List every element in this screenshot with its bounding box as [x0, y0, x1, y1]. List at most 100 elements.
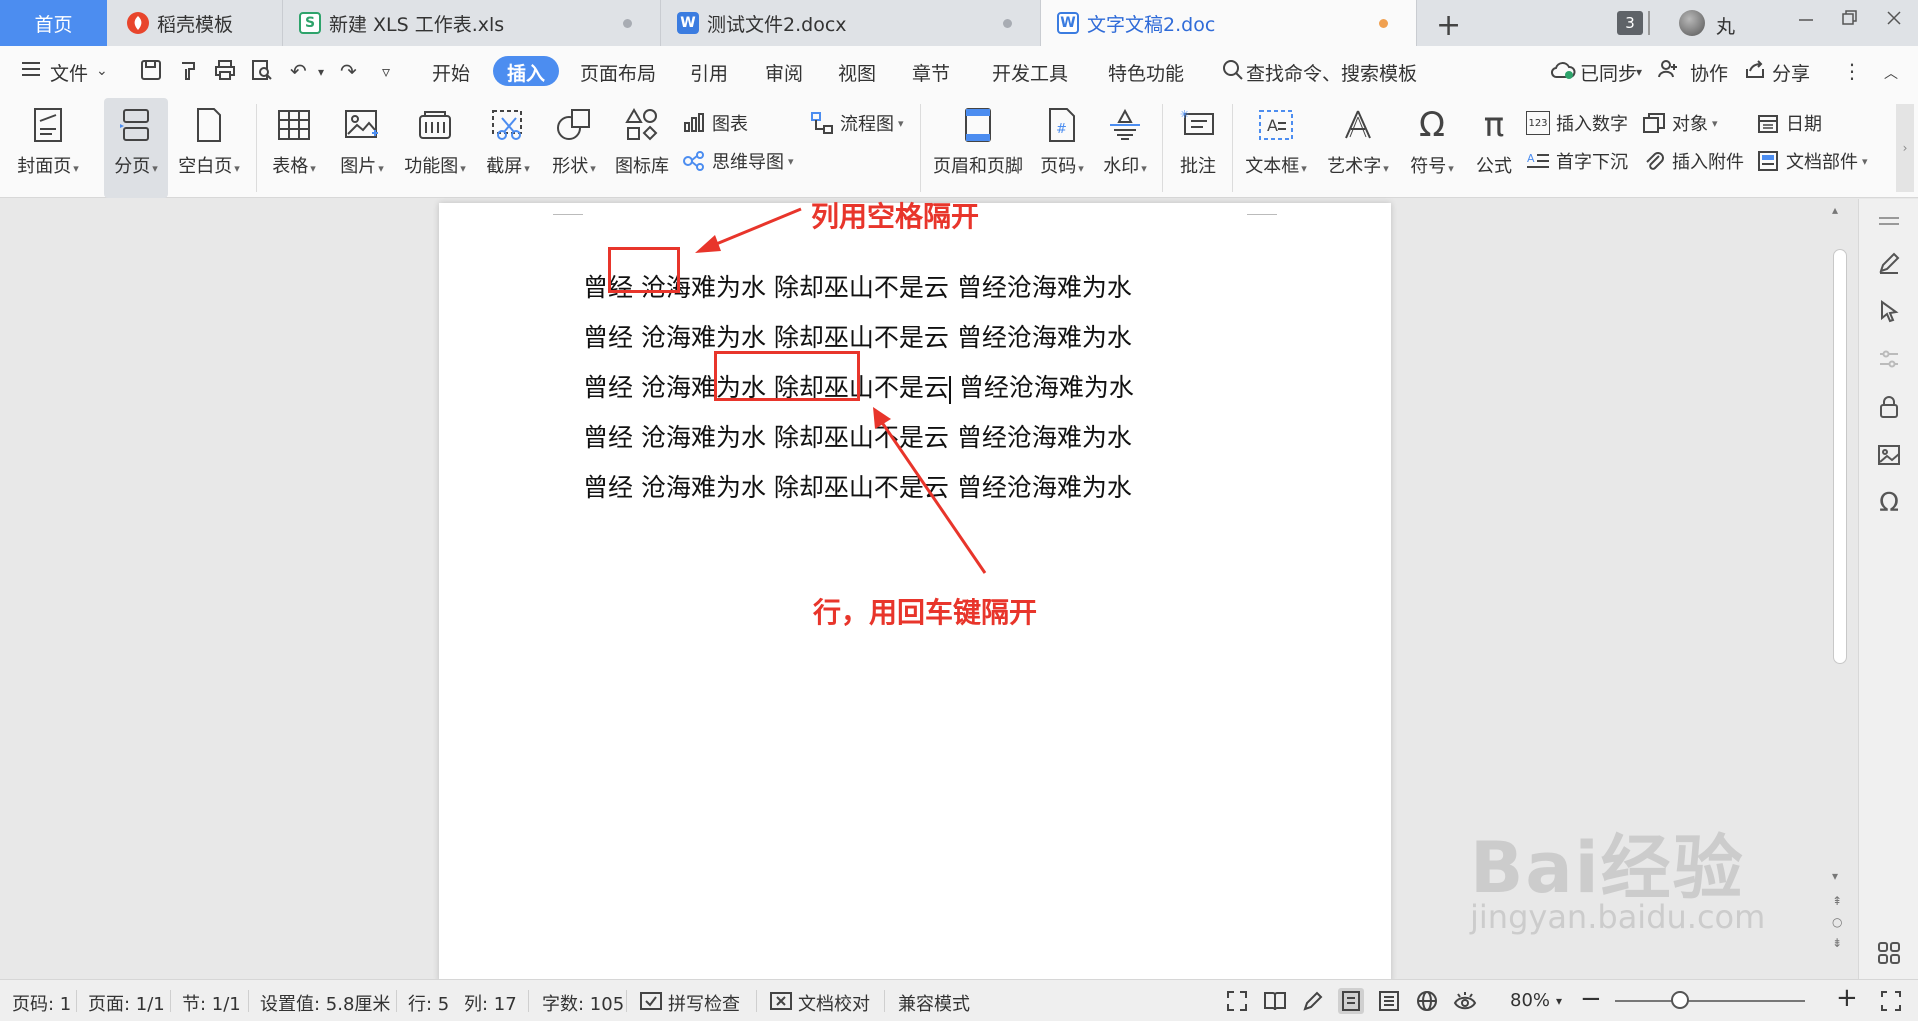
- table-button[interactable]: 表格 ▾: [266, 98, 322, 198]
- menu-view[interactable]: 视图: [838, 59, 876, 86]
- redo-icon[interactable]: ↷: [340, 59, 357, 83]
- scroll-up-arrow-icon[interactable]: ▴: [1832, 203, 1838, 217]
- user-name[interactable]: 丸: [1716, 12, 1735, 39]
- collaborate-button[interactable]: 协作: [1690, 59, 1728, 86]
- tab-close-dot-icon[interactable]: [623, 19, 632, 28]
- tab-home[interactable]: 首页: [0, 0, 107, 46]
- new-tab-plus-icon[interactable]: +: [1436, 8, 1461, 43]
- fit-screen-icon[interactable]: [1224, 988, 1250, 1014]
- format-painter-icon[interactable]: [178, 59, 200, 86]
- tab-daoke-template[interactable]: 稻壳模板: [107, 0, 283, 46]
- hamburger-menu-icon[interactable]: [20, 59, 42, 84]
- eye-protection-icon[interactable]: [1452, 988, 1478, 1014]
- vertical-scrollbar[interactable]: ▴ ▾ ⇞ ○ ⇟: [1828, 199, 1850, 979]
- cover-page-button[interactable]: 封面页 ▾: [10, 98, 86, 198]
- next-page-icon[interactable]: ⇟: [1832, 936, 1842, 950]
- menu-review[interactable]: 审阅: [765, 59, 803, 86]
- menu-page-layout[interactable]: 页面布局: [580, 59, 656, 86]
- text-box-button[interactable]: A 文本框 ▾: [1240, 98, 1312, 198]
- blank-page-button[interactable]: 空白页 ▾: [174, 98, 244, 198]
- document-page[interactable]: 曾经 沧海难为水 除却巫山不是云 曾经沧海难为水 曾经 沧海难为水 除却巫山不是…: [439, 200, 1391, 983]
- outline-view-icon[interactable]: [1376, 988, 1402, 1014]
- function-chart-button[interactable]: 功能图 ▾: [400, 98, 470, 198]
- spellcheck-button[interactable]: 拼写检查: [668, 990, 740, 1016]
- panel-toggle-icon[interactable]: [1875, 207, 1903, 235]
- select-browse-object-icon[interactable]: ○: [1832, 915, 1842, 929]
- pen-icon[interactable]: [1875, 249, 1903, 277]
- watermark-button[interactable]: 水印 ▾: [1096, 98, 1154, 198]
- menu-insert[interactable]: 插入: [493, 56, 560, 86]
- chart-button[interactable]: 图表: [682, 110, 748, 136]
- ribbon-scroll-right-icon[interactable]: ›: [1896, 104, 1914, 192]
- adjust-sliders-icon[interactable]: [1875, 345, 1903, 373]
- zoom-level-select[interactable]: 80%: [1510, 990, 1550, 1011]
- collaborate-icon[interactable]: [1658, 59, 1678, 84]
- object-button[interactable]: 对象 ▾: [1642, 110, 1718, 136]
- undo-icon[interactable]: ↶: [290, 59, 307, 83]
- scrollbar-thumb[interactable]: [1833, 249, 1847, 664]
- avatar[interactable]: [1679, 10, 1705, 36]
- insert-number-button[interactable]: 123 插入数字: [1526, 110, 1628, 136]
- cursor-select-icon[interactable]: [1875, 297, 1903, 325]
- insert-attachment-button[interactable]: 插入附件: [1642, 148, 1744, 174]
- status-setting[interactable]: 设置值: 5.8厘米: [260, 990, 390, 1016]
- cloud-sync-icon[interactable]: [1550, 59, 1576, 86]
- flowchart-button[interactable]: 流程图 ▾: [810, 110, 904, 136]
- window-count-badge[interactable]: 3: [1617, 11, 1643, 35]
- grid-apps-icon[interactable]: [1875, 939, 1903, 967]
- symbol-button[interactable]: Ω 符号 ▾: [1404, 98, 1460, 198]
- prev-page-icon[interactable]: ⇞: [1832, 894, 1842, 908]
- save-icon[interactable]: [140, 59, 162, 86]
- mind-map-button[interactable]: 思维导图 ▾: [682, 148, 794, 174]
- print-preview-icon[interactable]: [251, 59, 273, 86]
- undo-dropdown-icon[interactable]: ▾: [318, 65, 324, 79]
- menu-file[interactable]: 文件: [50, 59, 88, 86]
- edit-mode-icon[interactable]: [1300, 988, 1326, 1014]
- print-icon[interactable]: [214, 59, 236, 86]
- minimize-icon[interactable]: [1796, 8, 1816, 33]
- picture-button[interactable]: 图片 ▾: [334, 98, 390, 198]
- sync-status[interactable]: 已同步: [1580, 59, 1637, 86]
- date-button[interactable]: 日期: [1756, 110, 1822, 136]
- search-icon[interactable]: [1222, 59, 1244, 86]
- status-word-count[interactable]: 字数: 105: [542, 990, 624, 1016]
- tab-docx-file[interactable]: W 测试文件2.docx: [661, 0, 1041, 46]
- menu-chapter[interactable]: 章节: [912, 59, 950, 86]
- menu-start[interactable]: 开始: [432, 59, 470, 86]
- word-art-button[interactable]: 艺术字 ▾: [1322, 98, 1394, 198]
- compat-mode[interactable]: 兼容模式: [898, 990, 970, 1016]
- status-page[interactable]: 页码: 1: [12, 990, 71, 1016]
- collapse-ribbon-icon[interactable]: ︿: [1884, 63, 1898, 83]
- menu-references[interactable]: 引用: [690, 59, 728, 86]
- screenshot-button[interactable]: 截屏 ▾: [480, 98, 536, 198]
- shape-button[interactable]: 形状 ▾: [546, 98, 602, 198]
- share-button[interactable]: 分享: [1772, 59, 1810, 86]
- proofread-button[interactable]: 文档校对: [798, 990, 870, 1016]
- restore-icon[interactable]: [1840, 8, 1860, 33]
- fullscreen-icon[interactable]: [1878, 988, 1904, 1014]
- comment-button[interactable]: ✳ 批注: [1170, 98, 1226, 198]
- unsaved-dot-icon[interactable]: [1379, 19, 1388, 28]
- zoom-slider-track[interactable]: [1615, 1000, 1805, 1002]
- status-row[interactable]: 行: 5: [408, 990, 449, 1016]
- customize-dropdown-icon[interactable]: ▿: [382, 62, 390, 81]
- drop-cap-button[interactable]: A 首字下沉: [1526, 148, 1628, 174]
- share-icon[interactable]: [1744, 59, 1766, 84]
- chevron-down-icon[interactable]: ⌄: [96, 63, 108, 79]
- image-icon[interactable]: [1875, 441, 1903, 469]
- formula-button[interactable]: π 公式: [1466, 98, 1522, 198]
- more-options-icon[interactable]: ⋮: [1842, 59, 1862, 83]
- menu-special[interactable]: 特色功能: [1108, 59, 1184, 86]
- search-command-input[interactable]: 查找命令、搜索模板: [1246, 59, 1417, 86]
- web-view-globe-icon[interactable]: [1414, 988, 1440, 1014]
- page-number-button[interactable]: # 页码 ▾: [1034, 98, 1090, 198]
- zoom-out-icon[interactable]: −: [1580, 984, 1602, 1014]
- sync-dropdown-icon[interactable]: ▾: [1636, 65, 1642, 79]
- icon-library-button[interactable]: 图标库: [610, 98, 674, 198]
- tab-close-dot-icon[interactable]: [1003, 19, 1012, 28]
- zoom-in-icon[interactable]: +: [1836, 983, 1858, 1013]
- header-footer-button[interactable]: 页眉和页脚: [928, 98, 1028, 198]
- document-parts-button[interactable]: 文档部件 ▾: [1756, 148, 1868, 174]
- tab-active-doc[interactable]: W 文字文稿2.doc: [1041, 0, 1417, 46]
- lock-icon[interactable]: [1875, 393, 1903, 421]
